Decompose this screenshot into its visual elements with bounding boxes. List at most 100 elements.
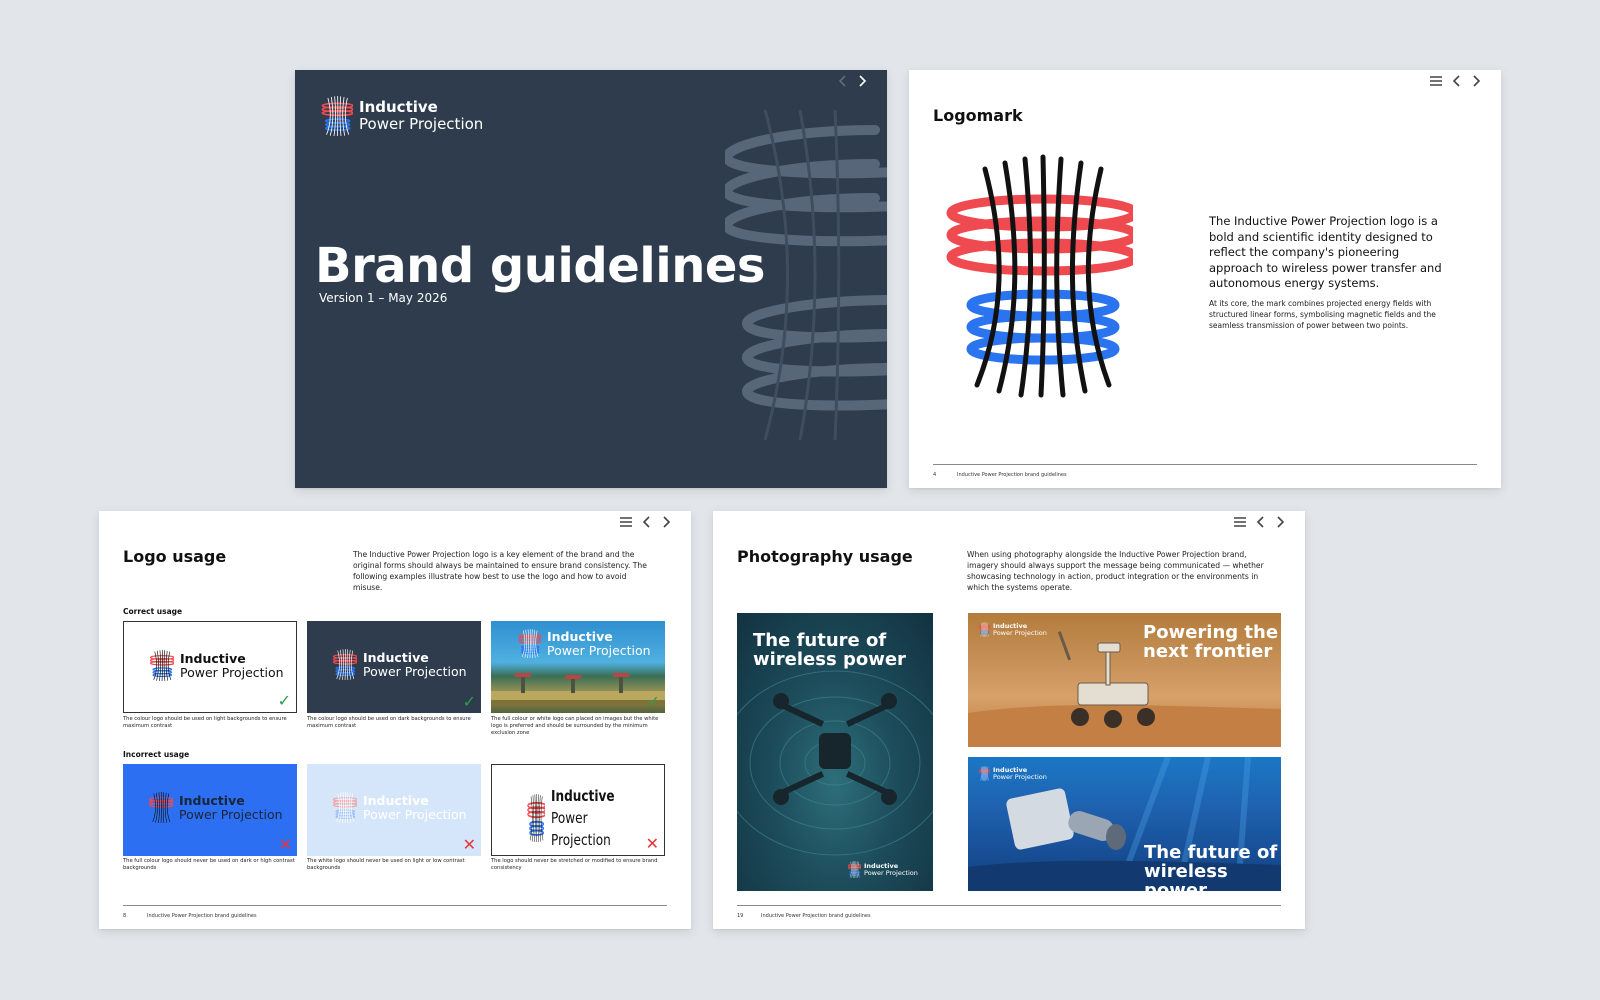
chevron-right-icon[interactable]: [1471, 73, 1481, 89]
chevron-right-icon[interactable]: [1275, 514, 1285, 530]
logo-line-1: Inductive: [179, 792, 245, 808]
logo-line-2: Power Projection: [864, 868, 918, 877]
brand-logo: Inductive Power Projection: [331, 792, 467, 823]
incorrect-usage-label: Incorrect usage: [123, 750, 190, 759]
photo-headline: The future of wireless power: [1144, 843, 1281, 891]
logomark-icon: [847, 861, 861, 878]
slide-footer: 4 Inductive Power Projection brand guidel…: [933, 472, 1067, 478]
chevron-right-icon[interactable]: [857, 73, 867, 89]
footer-text: Inductive Power Projection brand guideli…: [761, 913, 871, 919]
logo-line-2: Power Projection: [551, 809, 612, 849]
decorative-rings-graphic: [725, 110, 887, 440]
headline-line-2: wireless power: [753, 649, 906, 670]
slide-nav: [838, 73, 867, 89]
pipeline-image: [491, 673, 665, 706]
logomark-large-icon: [946, 154, 1133, 398]
tile-caption: The full colour logo should never be use…: [123, 858, 295, 871]
logo-line-1: Inductive: [359, 98, 438, 116]
cross-icon: ✕: [462, 835, 476, 854]
footer-text: Inductive Power Projection brand guideli…: [147, 913, 257, 919]
underwater-photo: Inductive Power Projection The future of …: [968, 757, 1281, 891]
chevron-left-icon[interactable]: [642, 514, 652, 530]
logomark-icon: [148, 792, 173, 823]
cover-slide: Inductive Power Projection Brand guideli…: [295, 70, 887, 488]
cross-icon: ✕: [645, 834, 659, 853]
check-icon: ✓: [277, 691, 291, 710]
slide-title: Logomark: [933, 106, 1023, 125]
chevron-left-icon[interactable]: [1452, 73, 1462, 89]
brand-logo: Inductive Power Projection: [847, 861, 918, 878]
menu-icon[interactable]: [619, 514, 633, 530]
page-number: 19: [737, 913, 744, 919]
slide-title: Logo usage: [123, 547, 227, 566]
correct-usage-light-tile: Inductive Power Projection ✓: [123, 621, 297, 713]
version-label: Version 1 – May 2026: [319, 291, 448, 305]
logo-line-1: Inductive: [547, 628, 613, 644]
slide-description: The Inductive Power Projection logo is a…: [353, 550, 647, 592]
correct-usage-label: Correct usage: [123, 607, 183, 616]
logo-usage-slide: Logo usage The Inductive Power Projectio…: [99, 511, 691, 929]
tile-caption: The colour logo should be used on dark b…: [307, 716, 471, 729]
chevron-right-icon[interactable]: [661, 514, 671, 530]
logomark-slide: Logomark The Inductive Power Projection …: [909, 70, 1501, 488]
logomark-icon: [149, 650, 174, 681]
drone-photo: The future of wireless power Inductive Po…: [737, 613, 933, 891]
cover-title: Brand guidelines: [315, 238, 766, 294]
photography-usage-slide: Photography usage When using photography…: [713, 511, 1305, 929]
menu-icon[interactable]: [1233, 514, 1247, 530]
slide-title: Photography usage: [737, 547, 913, 566]
logo-line-2: Power Projection: [993, 628, 1047, 637]
incorrect-usage-stretched-tile: Inductive Power Projection ✕: [491, 764, 665, 856]
chevron-left-icon[interactable]: [1256, 514, 1266, 530]
logomark-icon: [332, 649, 357, 680]
logo-line-2: Power Projection: [363, 663, 467, 679]
correct-usage-dark-tile: Inductive Power Projection ✓: [307, 621, 481, 713]
logo-line-2: Power Projection: [363, 806, 467, 822]
logo-line-2: Power Projection: [547, 642, 651, 658]
slide-nav: [619, 514, 671, 530]
tile-caption: The white logo should never be used on l…: [307, 858, 465, 871]
logomark-icon: [978, 622, 990, 637]
tile-caption: The logo should never be stretched or mo…: [491, 858, 658, 871]
tile-caption: The colour logo should be used on light …: [123, 716, 287, 729]
brand-logo: Inductive Power Projection: [319, 96, 483, 136]
footer-divider: [123, 905, 667, 906]
brand-logo: Inductive Power Projection: [147, 792, 283, 823]
footer-text: Inductive Power Projection brand guideli…: [957, 472, 1067, 478]
logo-line-1: Inductive: [551, 787, 615, 805]
check-icon: ✓: [462, 692, 476, 711]
chevron-left-icon[interactable]: [838, 73, 848, 89]
incorrect-usage-blue-tile: Inductive Power Projection ✕: [123, 764, 297, 856]
tile-caption: The full colour or white logo can placed…: [491, 716, 659, 736]
slide-nav: [1233, 514, 1285, 530]
slide-footer: 8 Inductive Power Projection brand guidel…: [123, 913, 257, 919]
headline-line-2: next frontier: [1143, 641, 1273, 662]
logo-line-2: Power Projection: [359, 115, 484, 133]
check-icon: ✓: [646, 692, 660, 711]
slide-nav: [1429, 73, 1481, 89]
cross-icon: ✕: [278, 835, 292, 854]
page-number: 4: [933, 472, 937, 478]
photo-headline: Powering the next frontier: [1143, 623, 1278, 661]
headline-line-2: wireless power: [1144, 861, 1228, 891]
logo-line-2: Power Projection: [179, 806, 283, 822]
headline-line-1: The future of: [753, 630, 887, 651]
incorrect-usage-light-tile: Inductive Power Projection ✕: [307, 764, 481, 856]
correct-usage-image-tile: Inductive Power Projection ✓: [491, 621, 665, 713]
brand-logo: Inductive Power Projection: [331, 649, 467, 680]
logomark-icon: [527, 794, 546, 842]
headline-line-1: Powering the: [1143, 622, 1279, 643]
logo-line-1: Inductive: [180, 650, 246, 666]
brand-logo: Inductive Power Projection: [526, 785, 664, 851]
logomark-icon: [978, 766, 990, 781]
logo-line-1: Inductive: [363, 649, 429, 665]
menu-icon[interactable]: [1429, 73, 1443, 89]
logo-line-1: Inductive: [363, 792, 429, 808]
logo-line-2: Power Projection: [993, 772, 1047, 781]
description-lead: The Inductive Power Projection logo is a…: [1209, 214, 1442, 290]
brand-logo: Inductive Power Projection: [978, 622, 1047, 637]
slide-description: When using photography alongside the Ind…: [967, 550, 1264, 592]
rover-photo: Inductive Power Projection Powering the n…: [968, 613, 1281, 747]
logomark-icon: [332, 792, 357, 823]
logo-wordmark: Inductive Power Projection: [359, 99, 483, 133]
